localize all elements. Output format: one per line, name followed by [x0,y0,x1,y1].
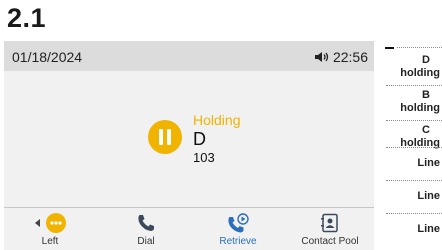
softkey-label: Retrieve [219,236,257,247]
call-status: Holding [193,112,241,128]
section-number: 2.1 [7,3,47,33]
status-bar: 01/18/2024 22:56 [4,41,374,71]
phone-screen: 01/18/2024 22:56 Holding D 103 Left Dial… [4,41,374,250]
retrieve-handset-icon [228,213,249,233]
line-key-5[interactable]: Line [383,181,442,211]
line-key-d-holding[interactable]: D holding [383,51,442,83]
line-key-b-holding[interactable]: B holding [383,86,442,118]
line-key-4[interactable]: Line [383,148,442,178]
top-indicator [385,47,394,49]
pause-hold-icon [148,120,182,154]
softkey-bar: Left Dial Retrieve Contact Pool [4,207,374,250]
softkey-retrieve[interactable]: Retrieve [192,208,284,250]
softkey-dial[interactable]: Dial [100,208,192,250]
handset-icon [138,215,154,231]
line-key-name: Line [417,222,440,235]
softkey-contact-pool[interactable]: Contact Pool [284,208,376,250]
more-dots-icon [46,213,66,233]
status-time: 22:56 [332,49,368,65]
line-key-name: Line [417,156,440,169]
softkey-label: Dial [137,236,155,247]
status-right: 22:56 [314,49,368,65]
line-key-state: holding [400,67,440,79]
line-key-name: Line [417,189,440,202]
caller-name: D [193,129,206,149]
line-key-name: B [422,89,430,101]
left-arrow-icon [35,219,40,227]
call-area [4,71,374,207]
line-key-name: C [422,124,430,136]
caller-number: 103 [193,150,215,165]
line-key-6[interactable]: Line [383,214,442,244]
status-date: 01/18/2024 [12,49,83,65]
softkey-label: Contact Pool [301,236,359,247]
softkey-left[interactable]: Left [4,208,96,250]
line-key-name: D [422,54,430,66]
softkey-label: Left [41,236,59,247]
speaker-volume-icon [314,52,329,62]
contacts-book-icon [321,213,338,233]
divider [397,47,442,48]
line-key-state: holding [400,102,440,114]
side-line-keys: D holding B holding C holding Line Line … [383,41,442,249]
